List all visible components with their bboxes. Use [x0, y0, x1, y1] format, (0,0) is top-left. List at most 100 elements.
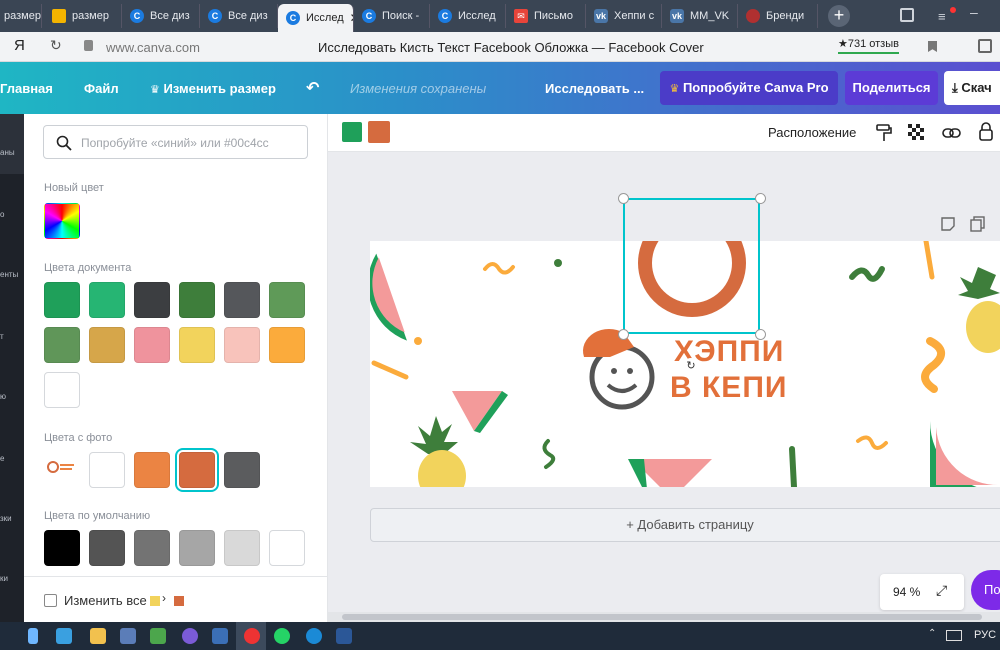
browser-tab[interactable]: vk Хеппи с	[586, 4, 662, 28]
color-swatch[interactable]	[44, 372, 80, 408]
pen-icon[interactable]	[28, 628, 38, 644]
color-swatch[interactable]	[224, 282, 260, 318]
try-pro-button[interactable]: ♛ Попробуйте Canva Pro	[660, 71, 838, 105]
color-swatch[interactable]	[134, 327, 170, 363]
home-button[interactable]: Главная	[0, 81, 53, 96]
lock-icon[interactable]	[978, 122, 994, 142]
change-all-checkbox[interactable]	[44, 594, 57, 607]
transparency-icon[interactable]	[908, 124, 926, 142]
paint-roller-icon[interactable]	[876, 124, 892, 142]
color-swatch[interactable]	[224, 530, 260, 566]
browser-tab[interactable]: C Исслед	[430, 4, 506, 28]
resize-handle[interactable]	[755, 329, 766, 340]
rotate-handle[interactable]: ↻	[683, 358, 699, 374]
browser-tab-active[interactable]: CИсслед✕	[278, 4, 354, 32]
note-icon[interactable]	[940, 216, 956, 232]
color-swatch[interactable]	[269, 327, 305, 363]
copy-page-icon[interactable]	[970, 216, 986, 232]
store-icon[interactable]	[150, 628, 166, 644]
browser-tab[interactable]: C Поиск -	[354, 4, 430, 28]
resize-handle[interactable]	[618, 329, 629, 340]
rail-item-text[interactable]: т	[0, 332, 24, 341]
url-text[interactable]: www.canva.com	[106, 40, 200, 55]
new-color-swatch[interactable]	[44, 203, 80, 239]
bookmark-icon[interactable]	[928, 41, 937, 52]
color-swatch[interactable]	[269, 530, 305, 566]
explore-title[interactable]: Исследовать ...	[545, 81, 644, 96]
current-color-green[interactable]	[342, 122, 362, 142]
new-tab-button[interactable]: +	[828, 5, 850, 27]
browser-tab[interactable]: Бренди	[738, 4, 818, 28]
browser-tab[interactable]: размер	[0, 4, 42, 28]
yandex-browser-icon[interactable]	[244, 628, 260, 644]
rail-item-folders[interactable]: ки	[0, 574, 24, 583]
color-swatch[interactable]	[89, 282, 125, 318]
viber-icon[interactable]	[182, 628, 198, 644]
color-swatch[interactable]	[179, 452, 215, 488]
color-swatch[interactable]	[89, 327, 125, 363]
resize-button[interactable]: ♛ Изменить размер	[150, 81, 276, 96]
whatsapp-icon[interactable]	[274, 628, 290, 644]
undo-icon[interactable]: ↶	[306, 78, 319, 98]
cover-text-line2[interactable]: В КЕПИ	[670, 371, 787, 405]
rail-item-elements[interactable]: енты	[0, 270, 24, 279]
zoom-control[interactable]: 94 % ⤢	[880, 574, 964, 610]
word-icon[interactable]	[212, 628, 228, 644]
rail-item-photo[interactable]: о	[0, 210, 24, 219]
share-button[interactable]: Поделиться	[845, 71, 938, 105]
keyboard-icon[interactable]	[946, 630, 962, 641]
browser-tab[interactable]: размер	[44, 4, 122, 28]
color-swatch[interactable]	[89, 530, 125, 566]
reviews-badge[interactable]: ★731 отзыв	[838, 37, 899, 54]
folder-icon[interactable]	[90, 628, 106, 644]
edge-icon[interactable]	[306, 628, 322, 644]
word-doc-icon[interactable]	[336, 628, 352, 644]
tray-chevron-icon[interactable]: ⌃	[928, 628, 936, 639]
yandex-logo[interactable]: Я	[14, 37, 25, 54]
selection-box[interactable]	[623, 198, 760, 334]
language-indicator[interactable]: РУС	[974, 629, 996, 641]
add-page-button[interactable]: + Добавить страницу	[370, 508, 1000, 542]
resize-handle[interactable]	[755, 193, 766, 204]
app-icon[interactable]	[120, 628, 136, 644]
color-swatch[interactable]	[179, 327, 215, 363]
link-icon[interactable]	[942, 124, 962, 142]
browser-tab[interactable]: C Все диз	[122, 4, 200, 28]
color-swatch[interactable]	[44, 530, 80, 566]
file-menu[interactable]: Файл	[84, 81, 119, 96]
monitor-icon[interactable]	[56, 628, 72, 644]
reload-icon[interactable]: ↻	[50, 37, 62, 54]
resize-handle[interactable]	[618, 193, 629, 204]
current-color-orange[interactable]	[368, 121, 390, 143]
color-swatch[interactable]	[134, 452, 170, 488]
horizontal-scrollbar[interactable]	[328, 612, 1000, 622]
tabs-icon[interactable]	[900, 8, 914, 22]
color-swatch[interactable]	[224, 327, 260, 363]
photo-thumbnail[interactable]	[46, 459, 78, 475]
color-swatch[interactable]	[179, 530, 215, 566]
minimize-icon[interactable]: –	[970, 4, 978, 20]
fullscreen-icon[interactable]: ⤢	[936, 582, 947, 599]
download-button[interactable]: ⤓ Скач	[944, 71, 1000, 105]
rail-item-uploads[interactable]: зки	[0, 514, 24, 523]
color-swatch[interactable]	[134, 282, 170, 318]
color-swatch[interactable]	[134, 530, 170, 566]
color-swatch[interactable]	[89, 452, 125, 488]
browser-tab[interactable]: ✉ Письмо	[506, 4, 586, 28]
rail-active-item[interactable]	[0, 114, 24, 174]
color-swatch[interactable]	[224, 452, 260, 488]
color-search-input[interactable]: Попробуйте «синий» или #00c4cc	[43, 125, 308, 159]
arrange-button[interactable]: Расположение	[768, 125, 856, 140]
scrollbar-thumb[interactable]	[342, 614, 982, 620]
rail-item-templates[interactable]: аны	[0, 148, 24, 157]
browser-tab[interactable]: vk MM_VK	[662, 4, 738, 28]
color-swatch[interactable]	[44, 282, 80, 318]
color-swatch[interactable]	[44, 327, 80, 363]
rail-item-background[interactable]: е	[0, 454, 24, 463]
extensions-icon[interactable]	[978, 39, 992, 53]
browser-tab[interactable]: C Все диз	[200, 4, 278, 28]
menu-icon[interactable]: ≡	[938, 9, 946, 24]
color-swatch[interactable]	[179, 282, 215, 318]
rail-item-audio[interactable]: ю	[0, 392, 24, 401]
color-swatch[interactable]	[269, 282, 305, 318]
